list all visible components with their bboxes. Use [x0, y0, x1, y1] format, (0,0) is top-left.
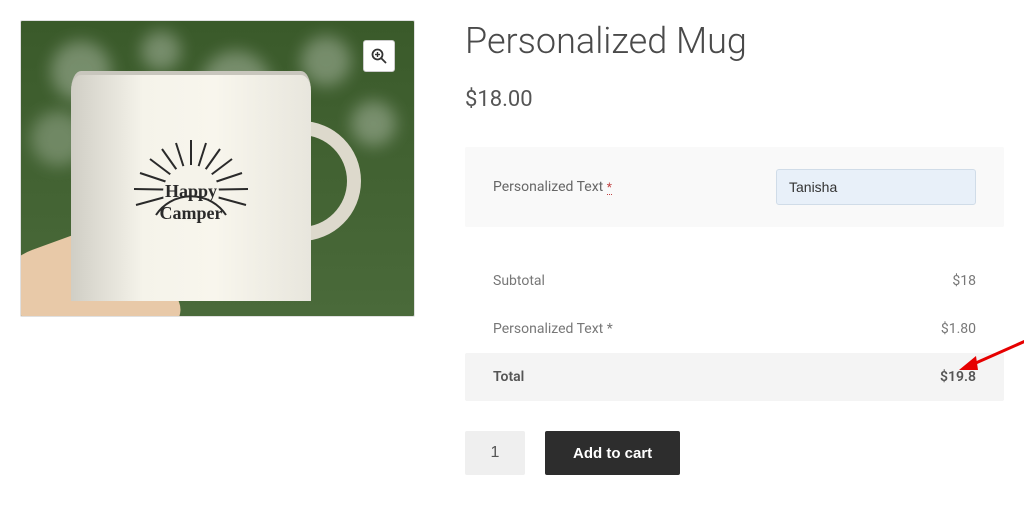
subtotal-value: $18	[952, 273, 976, 289]
total-label: Total	[493, 369, 524, 385]
addon-label: Personalized Text *	[493, 321, 613, 337]
addon-row: Personalized Text * $1.80	[465, 305, 1004, 353]
product-image[interactable]: Happy Camper	[20, 20, 415, 317]
quantity-input[interactable]	[465, 431, 525, 475]
magnify-plus-icon	[371, 48, 387, 64]
total-row: Total $19.8	[465, 353, 1004, 401]
subtotal-row: Subtotal $18	[465, 257, 1004, 305]
subtotal-label: Subtotal	[493, 273, 545, 289]
personalized-text-input[interactable]	[776, 169, 976, 205]
product-details: Personalized Mug $18.00 Personalized Tex…	[465, 20, 1004, 475]
svg-text:Happy: Happy	[165, 181, 217, 201]
product-image-area: Happy Camper	[20, 20, 415, 317]
product-price: $18.00	[465, 87, 1004, 112]
product-title: Personalized Mug	[465, 20, 1004, 62]
add-to-cart-section: Add to cart	[465, 431, 1004, 475]
option-label: Personalized Text *	[493, 179, 612, 195]
product-option-personalized-text: Personalized Text *	[465, 147, 1004, 227]
zoom-button[interactable]	[363, 40, 395, 72]
option-label-text: Personalized Text	[493, 179, 603, 195]
annotation-arrow-icon	[954, 330, 1024, 375]
add-to-cart-button[interactable]: Add to cart	[545, 431, 680, 475]
required-indicator: *	[607, 180, 612, 195]
svg-text:Camper: Camper	[160, 203, 223, 223]
